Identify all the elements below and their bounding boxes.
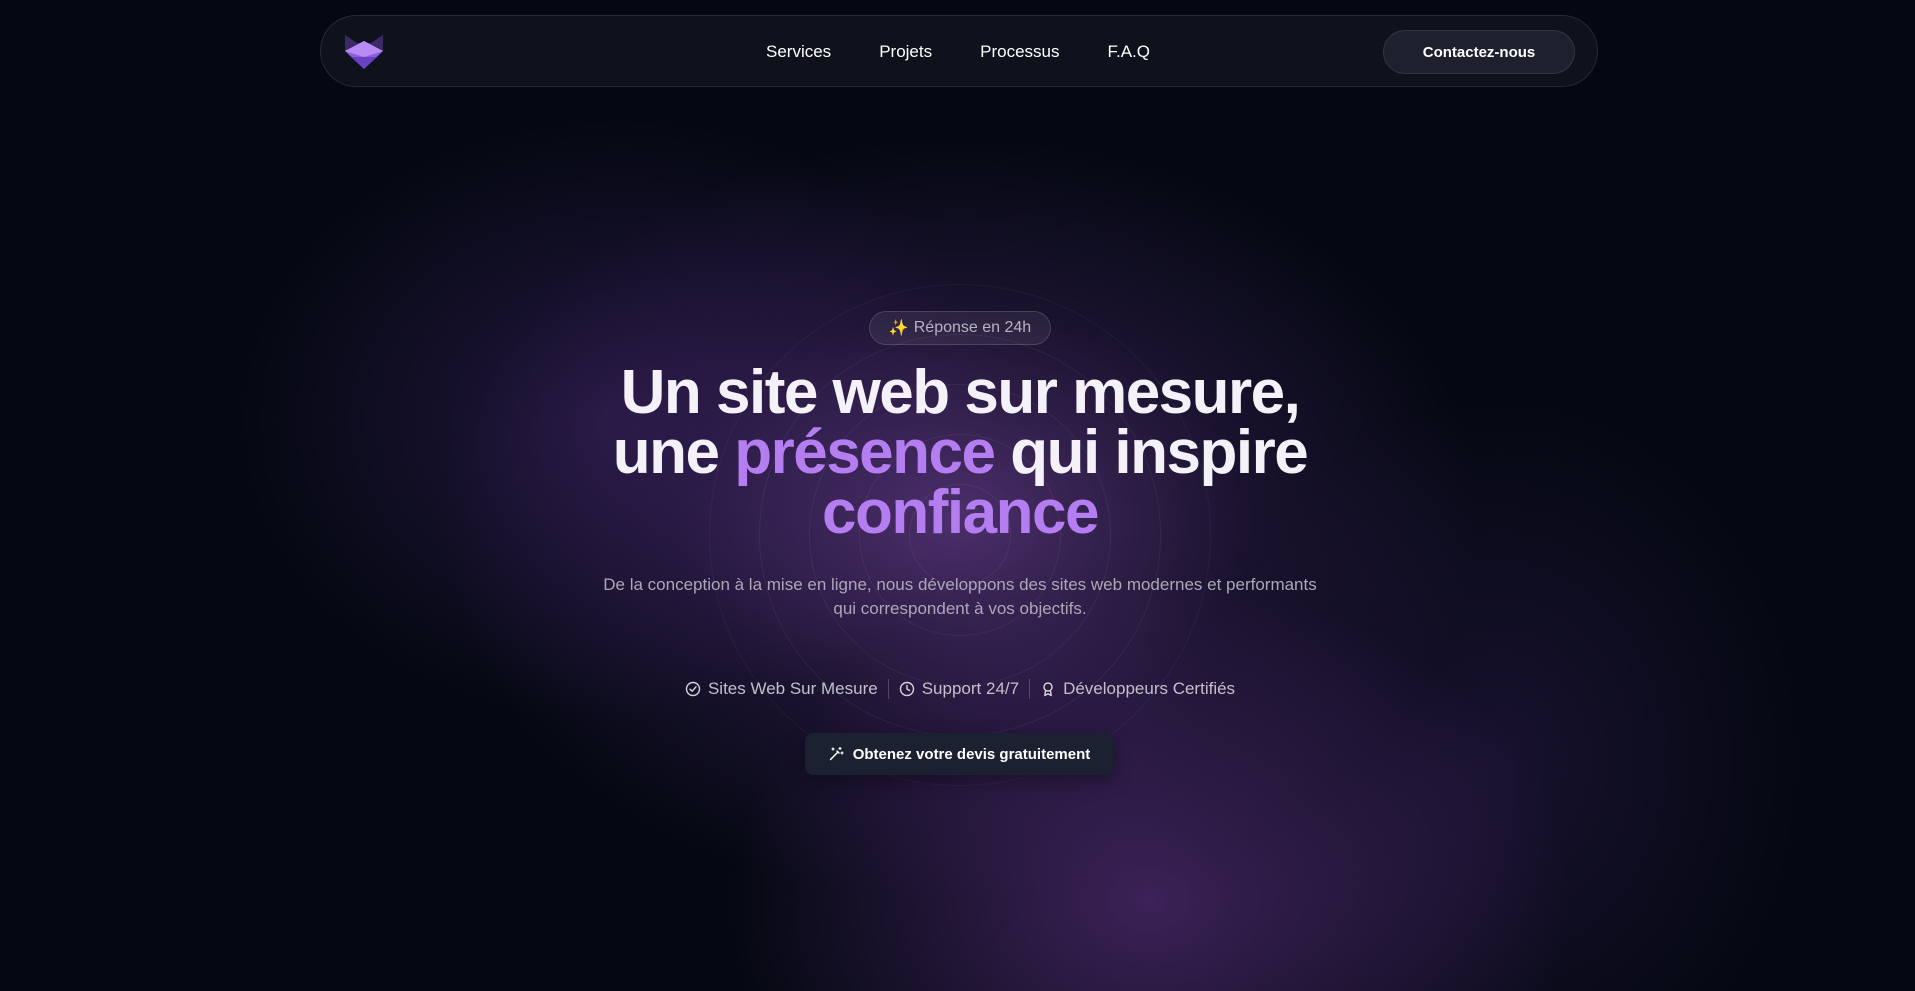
divider: [887, 679, 889, 699]
feature-custom-sites: Sites Web Sur Mesure: [685, 679, 878, 699]
nav-projets[interactable]: Projets: [879, 42, 932, 62]
hero-headline: Un site web sur mesure, une présence qui…: [460, 362, 1460, 544]
cta-label: Obtenez votre devis gratuitement: [852, 745, 1091, 763]
clock-icon: [899, 681, 914, 697]
subtitle-line2: qui correspondent à vos objectifs.: [833, 599, 1087, 618]
headline-line2-pre: une: [612, 418, 735, 487]
nav-faq[interactable]: F.A.Q: [1107, 42, 1150, 62]
contact-button[interactable]: Contactez-nous: [1383, 30, 1575, 74]
nav-processus[interactable]: Processus: [980, 42, 1059, 62]
feature-label: Développeurs Certifiés: [1063, 679, 1236, 698]
fox-logo-icon: [345, 35, 383, 69]
magic-wand-icon: [829, 746, 844, 761]
response-badge: ✨ Réponse en 24h: [869, 311, 1051, 345]
logo[interactable]: [343, 31, 385, 73]
navbar: Services Projets Processus F.A.Q Contact…: [320, 15, 1598, 87]
headline-line2-post: qui inspire: [994, 418, 1308, 487]
feature-certified: Développeurs Certifiés: [1040, 679, 1235, 699]
feature-label: Support 24/7: [921, 679, 1020, 698]
hero-subtitle: De la conception à la mise en ligne, nou…: [560, 573, 1360, 621]
divider: [1029, 679, 1031, 699]
feature-support: Support 24/7: [899, 679, 1019, 699]
subtitle-line1: De la conception à la mise en ligne, nou…: [603, 575, 1317, 594]
headline-line1: Un site web sur mesure,: [620, 358, 1301, 427]
quote-cta-button[interactable]: Obtenez votre devis gratuitement: [805, 733, 1113, 775]
badge-label: Réponse en 24h: [913, 319, 1032, 336]
nav-services[interactable]: Services: [766, 42, 831, 62]
page: Services Projets Processus F.A.Q Contact…: [0, 0, 1915, 991]
nav-links: Services Projets Processus F.A.Q: [766, 16, 1198, 88]
feature-label: Sites Web Sur Mesure: [707, 679, 878, 698]
check-circle-icon: [685, 681, 701, 697]
award-icon: [1043, 682, 1053, 697]
features-row: Sites Web Sur Mesure Support 24/7 Dévelo…: [660, 677, 1260, 701]
headline-accent-confiance: confiance: [822, 478, 1099, 547]
headline-accent-presence: présence: [734, 418, 996, 487]
sparkles-icon: ✨: [888, 320, 909, 337]
